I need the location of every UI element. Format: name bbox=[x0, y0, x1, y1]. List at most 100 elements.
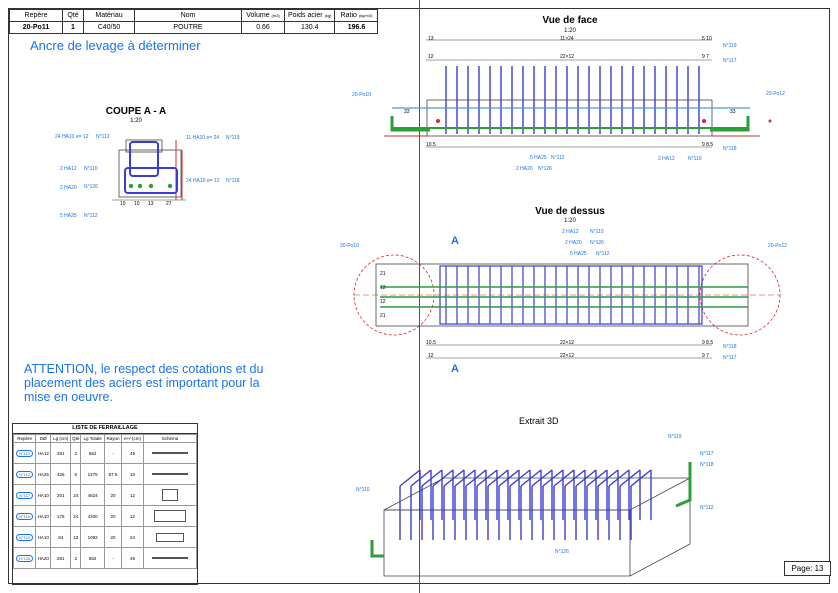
rebar-col-lg: Lg (cm) bbox=[50, 434, 72, 443]
front-dim-3: 5 10 bbox=[702, 36, 712, 42]
top-bar-label-2: 2 HA20 bbox=[565, 240, 582, 246]
rebar-shape-sketch bbox=[152, 557, 188, 560]
rebar-cell: 20 bbox=[103, 526, 123, 548]
rebar-row: N°119 HA10 84 13 1092 20 24 bbox=[12, 526, 197, 548]
rebar-cell: 12 bbox=[121, 505, 144, 527]
front-view: 13 11×24 5 10 12 22×12 9 7 N°119 N°117 2… bbox=[352, 36, 785, 172]
rebar-cell: 10 bbox=[121, 463, 144, 485]
top-dim-4: 12 bbox=[428, 353, 434, 359]
rebar-col-rayon: Rayon bbox=[103, 434, 123, 443]
rebar-cell: HA25 bbox=[35, 463, 52, 485]
stirrup-line bbox=[421, 469, 443, 487]
rebar-cell: 1275 bbox=[80, 463, 105, 485]
extract-hook-left bbox=[370, 540, 384, 558]
rebar-list-table: Repère DØ Lg (cm) Qté Lg Totale Rayon e+… bbox=[12, 434, 197, 569]
front-bottom-dim-1: 10.5 bbox=[426, 142, 436, 148]
section-bar bbox=[167, 183, 173, 189]
extract-ref-118: N°118 bbox=[700, 462, 714, 468]
top-bar-label-3: 5 HA25 bbox=[570, 251, 587, 257]
rebar-cell: 84 bbox=[50, 526, 72, 548]
rebar-cell: 20 bbox=[103, 505, 123, 527]
top-bar-ref-1: N°110 bbox=[590, 229, 604, 235]
rebar-cell: 13 bbox=[70, 526, 82, 548]
rebar-row: N°118 HA10 175 24 4200 20 12 bbox=[12, 505, 197, 527]
front-bar-ref-2: N°126 bbox=[538, 166, 552, 172]
extract-edge bbox=[629, 543, 691, 577]
front-left-ref: 20-Po10 bbox=[352, 92, 371, 98]
rebar-cell: - bbox=[103, 442, 123, 464]
stirrup-line bbox=[410, 469, 432, 487]
front-ref-118: N°118 bbox=[723, 146, 737, 152]
section-dim-1: 10 bbox=[120, 201, 126, 207]
section-ref-1: N°112 bbox=[96, 134, 110, 140]
rebar-ref: N°112 bbox=[16, 470, 34, 478]
rebar-ref: N°126 bbox=[16, 554, 34, 562]
top-bar-label-1: 2 HA12 bbox=[562, 229, 579, 235]
rebar-row: N°117 HA10 201 24 4824 20 12 bbox=[12, 484, 197, 506]
rebar-ref: N°117 bbox=[16, 491, 34, 499]
top-dim-6: 9 7 bbox=[702, 353, 709, 359]
section-bar bbox=[137, 183, 143, 189]
section-ref-3: N°110 bbox=[84, 166, 98, 172]
rebar-cell: 49 bbox=[121, 547, 144, 569]
top-bar-ref-2: N°126 bbox=[590, 240, 604, 246]
front-anchor-dot bbox=[436, 119, 440, 123]
top-view: A A 20-Po10 20-Po12 2 HA12 N°110 2 HA20 … bbox=[340, 229, 787, 375]
rebar-shape-sketch bbox=[156, 532, 184, 542]
extract-ref-117: N°117 bbox=[700, 451, 714, 457]
front-side-dim-right: 33 bbox=[730, 109, 736, 115]
top-side-dim-4: 21 bbox=[380, 313, 386, 319]
rebar-cell: 24 bbox=[70, 484, 82, 506]
extract-front-face bbox=[383, 509, 631, 577]
top-side-dim-3: 12 bbox=[380, 299, 386, 305]
section-bar bbox=[128, 183, 134, 189]
front-dim-4: 12 bbox=[428, 54, 434, 60]
front-beam-body bbox=[426, 99, 713, 137]
front-bar-label-2: 2 HA20 bbox=[516, 166, 533, 172]
page-number-box: Page: 13 bbox=[784, 561, 831, 576]
top-dim-5: 22×12 bbox=[560, 353, 574, 359]
top-side-dim-1: 21 bbox=[380, 271, 386, 277]
rebar-list-title: LISTE DE FERRAILLAGE bbox=[13, 424, 197, 434]
section-ref-4: N°126 bbox=[84, 184, 98, 190]
rebar-row: N°110 HA12 281 2 562 - 49 bbox=[12, 442, 197, 464]
front-ref-119: N°119 bbox=[723, 43, 737, 49]
rebar-cell: HA20 bbox=[35, 547, 52, 569]
section-mark-bottom: A bbox=[451, 363, 459, 375]
rebar-cell: 175 bbox=[50, 505, 72, 527]
rebar-cell: 1092 bbox=[80, 526, 105, 548]
top-dim-3: 9 8.5 bbox=[702, 340, 713, 346]
rebar-cell: 562 bbox=[80, 442, 105, 464]
front-dim-1: 13 bbox=[428, 36, 434, 42]
rebar-cell: - bbox=[103, 547, 123, 569]
rebar-cell: 2 bbox=[70, 547, 82, 569]
section-outline bbox=[118, 149, 182, 198]
section-ref-6: N°112 bbox=[84, 213, 98, 219]
rebar-cell: 281 bbox=[50, 442, 72, 464]
rebar-cell: HA12 bbox=[35, 442, 52, 464]
section-bar bbox=[148, 183, 154, 189]
rebar-cell: 2 bbox=[70, 442, 82, 464]
front-dim-6: 9 7 bbox=[702, 54, 709, 60]
rebar-cell: 562 bbox=[80, 547, 105, 569]
section-dim-2: 10 bbox=[134, 201, 140, 207]
section-label-6: 5 HA25 bbox=[60, 213, 77, 219]
section-label-5: 24 HA10 e= 12 bbox=[186, 178, 220, 184]
front-bar-label-3: 2 HA12 bbox=[658, 156, 675, 162]
rebar-ref: N°110 bbox=[16, 449, 34, 457]
rebar-shape-sketch bbox=[154, 510, 186, 522]
front-bottom-dim-2: 9 8.5 bbox=[702, 142, 713, 148]
rebar-cell: HA10 bbox=[35, 526, 52, 548]
rebar-shape-sketch bbox=[152, 452, 188, 455]
rebar-cell: 4200 bbox=[80, 505, 105, 527]
section-ref-5: N°118 bbox=[226, 178, 240, 184]
rebar-col-schema: Schéma bbox=[143, 434, 197, 443]
rebar-cell: 5 bbox=[70, 463, 82, 485]
rebar-ref: N°118 bbox=[16, 512, 34, 520]
rebar-row: N°126 HA20 281 2 562 - 49 bbox=[12, 547, 197, 569]
section-mark-top: A bbox=[451, 235, 459, 247]
section-label-4: 2 HA20 bbox=[60, 185, 77, 191]
rebar-cell: 281 bbox=[50, 547, 72, 569]
rebar-cell: HA10 bbox=[35, 484, 52, 506]
extract-3d: N°119 N°117 N°118 N°110 N°112 N°126 bbox=[356, 434, 714, 577]
